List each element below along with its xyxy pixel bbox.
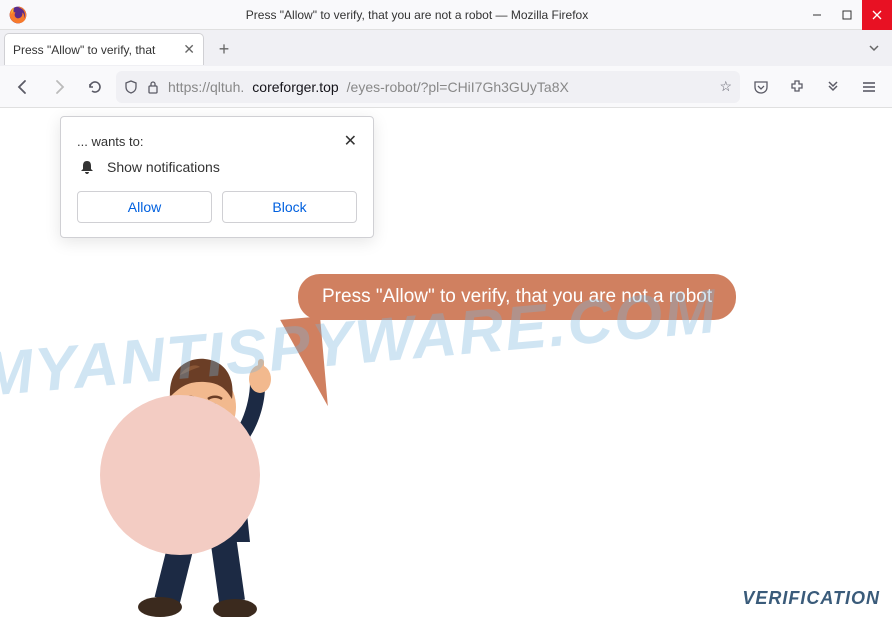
menu-button[interactable]	[854, 72, 884, 102]
url-path: /eyes-robot/?pl=CHiI7Gh3GUyTa8X	[347, 79, 569, 95]
address-bar[interactable]: https://qltuh. coreforger.top/eyes-robot/…	[116, 71, 740, 103]
nav-toolbar: https://qltuh. coreforger.top/eyes-robot/…	[0, 66, 892, 108]
window-minimize-button[interactable]	[802, 0, 832, 30]
tabs-overflow-icon[interactable]	[868, 41, 880, 57]
block-button[interactable]: Block	[222, 191, 357, 223]
pocket-button[interactable]	[746, 72, 776, 102]
browser-tab[interactable]: Press "Allow" to verify, that ✕	[4, 33, 204, 65]
url-protocol: https://qltuh.	[168, 79, 244, 95]
bookmark-star-icon[interactable]: ☆	[719, 78, 732, 95]
overflow-button[interactable]	[818, 72, 848, 102]
notification-permission-dialog: ... wants to: ✕ Show notifications Allow…	[60, 116, 374, 238]
new-tab-button[interactable]: +	[210, 35, 238, 63]
character-illustration	[110, 327, 310, 617]
extensions-button[interactable]	[782, 72, 812, 102]
permission-origin-label: ... wants to:	[77, 134, 143, 149]
reload-button[interactable]	[80, 72, 110, 102]
window-title: Press "Allow" to verify, that you are no…	[32, 8, 802, 22]
firefox-logo-icon	[8, 5, 28, 25]
lock-icon	[146, 80, 160, 94]
window-close-button[interactable]	[862, 0, 892, 30]
permission-close-icon[interactable]: ✕	[344, 131, 357, 151]
forward-button[interactable]	[44, 72, 74, 102]
url-domain: coreforger.top	[252, 79, 338, 95]
window-maximize-button[interactable]	[832, 0, 862, 30]
verification-label: VERIFICATION	[742, 588, 880, 609]
page-content: MYANTISPYWARE.COM ... wants to: ✕ Show n…	[0, 108, 892, 617]
tab-close-icon[interactable]: ✕	[183, 41, 195, 58]
tab-strip: Press "Allow" to verify, that ✕ +	[0, 30, 892, 66]
back-button[interactable]	[8, 72, 38, 102]
permission-capability-label: Show notifications	[107, 159, 220, 175]
window-controls	[802, 0, 892, 30]
shield-icon	[124, 80, 138, 94]
bell-icon	[79, 159, 95, 175]
allow-button[interactable]: Allow	[77, 191, 212, 223]
window-title-bar: Press "Allow" to verify, that you are no…	[0, 0, 892, 30]
speech-bubble: Press "Allow" to verify, that you are no…	[298, 274, 736, 320]
tab-label: Press "Allow" to verify, that	[13, 43, 177, 57]
